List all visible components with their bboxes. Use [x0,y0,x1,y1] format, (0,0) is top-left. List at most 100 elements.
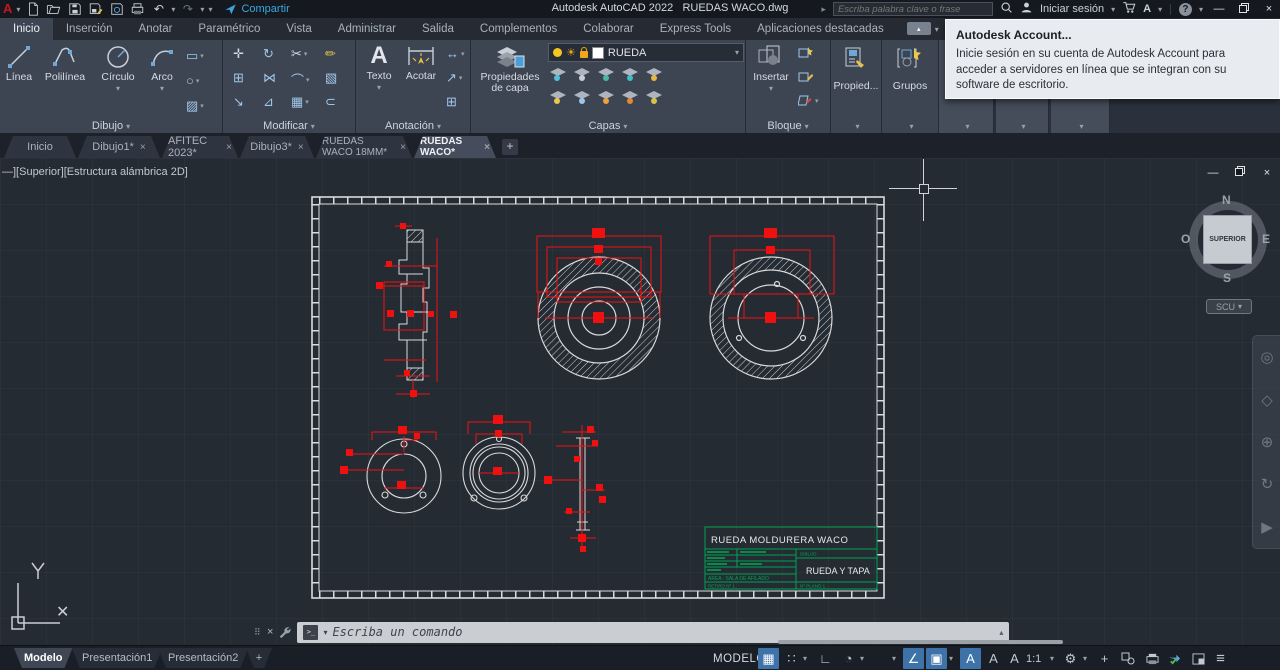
trim-tool[interactable]: ✂▾ [291,46,307,62]
restore-button[interactable] [1235,3,1253,16]
polyline-button[interactable]: Polilínea [38,44,92,83]
showmotion-icon[interactable]: ▶ [1261,518,1273,536]
viewcube-west[interactable]: O [1181,232,1190,246]
new-drawing-tab-button[interactable]: + [502,139,518,155]
annotation-autoscale-toggle[interactable]: A [983,648,1004,669]
edit-block-tool[interactable] [798,70,813,83]
block-attributes-tool[interactable]: ▾ [798,94,819,107]
panel-anotacion-label[interactable]: Anotación▾ [356,120,470,132]
search-icon[interactable] [1000,1,1013,17]
drawing-restore-button[interactable] [1231,166,1249,179]
open-file-icon[interactable] [45,2,62,17]
annotation-scale-value[interactable]: 1:1 [1026,648,1041,669]
ribbon-display-toggle[interactable]: ▴ [907,22,931,35]
command-drag-handle[interactable]: ⠿ [254,630,262,635]
ortho-toggle[interactable]: ∟ [815,648,836,669]
signin-label[interactable]: Iniciar sesión [1040,3,1104,15]
polar-tracking-toggle[interactable]: ◔ [838,648,859,669]
ribbon-tab-inicio[interactable]: Inicio [0,18,53,40]
polar-chevron-icon[interactable]: ▾ [857,648,867,669]
panel-bloque-label[interactable]: Bloque▾ [746,120,830,132]
close-button[interactable]: × [1260,3,1278,15]
ribbon-tab-anotar[interactable]: Anotar [126,18,186,40]
array-tool[interactable]: ▦▾ [291,94,309,110]
ribbon-tab-complementos[interactable]: Complementos [467,18,570,40]
help-icon[interactable]: ? [1179,3,1192,16]
panel-modificar-label[interactable]: Modificar▾ [223,120,355,132]
box-tool[interactable]: ▧ [325,70,337,86]
panel-capas-label[interactable]: Capas▾ [471,120,745,132]
ucs-menu-button[interactable]: SCU▾ [1206,299,1252,314]
layout-tab-presentacion2[interactable]: Presentación2 [158,648,248,668]
signin-user-icon[interactable] [1020,1,1033,17]
workspace-gear-icon[interactable]: ⚙ [1060,648,1081,669]
share-button[interactable]: Compartir [224,3,289,15]
layer-tools-row1[interactable] [549,66,669,82]
osnap-tracking-toggle[interactable]: ∠ [903,648,924,669]
drawing-close-button[interactable]: × [1258,167,1276,179]
ribbon-tab-aplicaciones[interactable]: Aplicaciones destacadas [744,18,897,40]
cleanscreen-button[interactable] [1188,648,1209,669]
dimension-button[interactable]: Acotar [400,43,442,82]
line-button[interactable]: Línea [2,44,36,83]
ribbon-tab-express-tools[interactable]: Express Tools [647,18,744,40]
save-web-icon[interactable] [108,2,125,17]
qat-customize-chevron-icon[interactable]: ▾ [208,5,212,14]
viewcube-east[interactable]: E [1262,232,1270,246]
save-icon[interactable] [66,2,83,17]
navigation-bar[interactable]: ◎ ◇ ⊕ ↻ ▶ [1252,335,1280,549]
file-tab-dibujo3[interactable]: Dibujo3*× [240,136,314,158]
save-as-icon[interactable] [87,2,104,17]
isodraft-chevron-icon[interactable]: ▾ [889,648,899,669]
insert-chevron-icon[interactable]: ▾ [769,84,773,93]
osnap-toggle[interactable]: ▣ [926,648,947,669]
insert-block-button[interactable]: Insertar ▾ [750,44,792,93]
hatch-tool[interactable]: ▨▾ [186,98,204,114]
file-tab-ruedas-waco[interactable]: RUEDAS WACO*× [414,136,496,158]
layer-tools-row2[interactable] [549,89,669,105]
circle-chevron-icon[interactable]: ▾ [116,84,120,93]
search-expand-icon[interactable]: ▸ [821,4,826,15]
redo-button[interactable]: ↷ [179,2,196,17]
transfer-status-button[interactable] [1164,648,1185,669]
close-tab-icon[interactable]: × [226,142,232,153]
ellipse-tool[interactable]: ○▾ [186,73,199,88]
viewcube-south[interactable]: S [1223,271,1231,285]
ribbon-display-chevron-icon[interactable]: ▾ [935,25,939,40]
rectangle-tool[interactable]: ▭▾ [186,48,204,64]
signin-chevron-icon[interactable]: ▾ [1111,5,1115,14]
orbit-icon[interactable]: ↻ [1261,475,1274,493]
customization-menu-button[interactable]: ≡ [1210,648,1231,669]
text-button[interactable]: A Texto ▾ [362,43,396,92]
scale-chevron-icon[interactable]: ▾ [1047,648,1057,669]
new-layout-button[interactable]: + [246,648,272,668]
command-prompt-icon[interactable]: >_ [303,625,318,640]
redo-chevron-icon[interactable]: ▾ [200,5,204,14]
file-tab-afitec[interactable]: AFITEC 2023*× [162,136,238,158]
file-tab-inicio[interactable]: Inicio [4,136,76,158]
zoom-extents-icon[interactable]: ⊕ [1261,433,1274,451]
customize-wrench-icon[interactable] [278,625,292,639]
arc-chevron-icon[interactable]: ▾ [160,84,164,93]
rotate-tool[interactable]: ↻ [263,46,274,62]
close-tab-icon[interactable]: × [484,142,490,153]
leader-tool[interactable]: ↗▾ [446,70,462,86]
grid-toggle[interactable]: ▦ [758,648,779,669]
panel-grupos-chevron[interactable]: ▾ [882,120,938,132]
file-tab-dibujo1[interactable]: Dibujo1*× [78,136,160,158]
osnap-chevron-icon[interactable]: ▾ [946,648,956,669]
drawing-minimize-button[interactable]: — [1204,167,1222,179]
plot-status-button[interactable] [1142,648,1163,669]
mirror-tool[interactable]: ⋈ [263,70,276,86]
snap-toggle[interactable]: ∷ [781,648,802,669]
text-chevron-icon[interactable]: ▾ [377,83,381,92]
layer-properties-button[interactable]: Propiedades de capa [477,44,543,94]
create-block-tool[interactable] [798,46,813,59]
panel-grupos[interactable]: Grupos ▾ [882,40,939,133]
command-history-chevron-icon[interactable]: ▾ [323,628,327,637]
panel-propiedades[interactable]: Propied... ▾ [831,40,882,133]
keyword-search-input[interactable] [833,2,993,16]
command-expand-icon[interactable]: ▴ [999,628,1003,637]
store-cart-icon[interactable] [1122,1,1136,17]
scale-tool[interactable]: ⊿ [263,94,274,110]
